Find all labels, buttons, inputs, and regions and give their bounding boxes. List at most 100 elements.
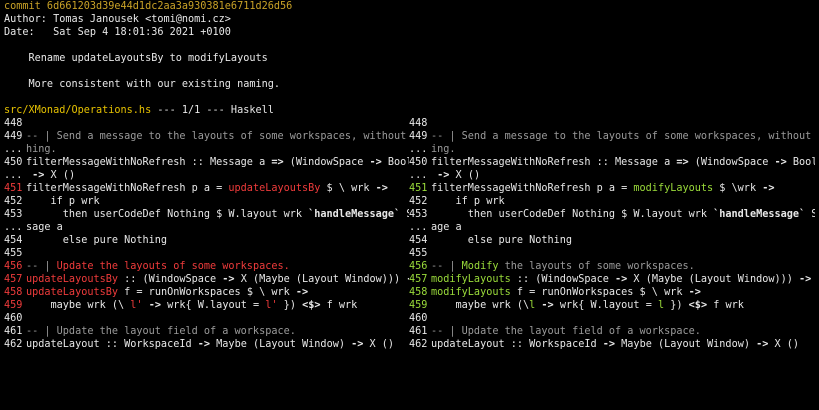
- code-token: modifyLayouts: [431, 287, 511, 298]
- code-token: Bool): [387, 157, 409, 168]
- code-token: Maybe (Layout Window): [210, 339, 352, 350]
- line-number: 451: [409, 183, 428, 194]
- diff-line: 460: [409, 312, 815, 325]
- line-number: 450: [4, 157, 23, 168]
- diff-line: 458 modifyLayouts f = runOnWorkspaces $ \…: [409, 286, 815, 299]
- code-token: <$>: [688, 300, 708, 311]
- code-token: ->: [32, 170, 45, 181]
- diff-panes: 448 449 -- | Send a message to the layouts…: [4, 117, 819, 351]
- code-token: hing.: [26, 144, 57, 155]
- code-token: ->: [602, 339, 616, 350]
- line-number: ...: [409, 144, 428, 155]
- diff-line: 457 updateLayoutsBy :: (WindowSpace -> X …: [4, 273, 409, 286]
- diff-line: 462 updateLayout :: WorkspaceId -> Maybe …: [4, 338, 409, 351]
- line-number: 448: [409, 118, 428, 129]
- diff-line: 461 -- | Update the layout field of a wor…: [4, 325, 409, 338]
- code-token: if p wrk: [26, 196, 100, 207]
- code-token: X (Maybe (Layout Window))): [234, 274, 407, 285]
- code-token: :: (WindowSpace: [118, 274, 223, 285]
- line-number: 449: [409, 131, 428, 142]
- diff-line: ... hing.: [4, 143, 409, 156]
- file-header: src/XMonad/Operations.hs --- 1/1 --- Has…: [4, 104, 819, 117]
- diff-line: 449 -- | Send a message to the layouts of…: [4, 130, 409, 143]
- line-number: ...: [4, 144, 23, 155]
- code-token: wrk{ W.layout =: [553, 300, 658, 311]
- line-number: 461: [4, 326, 23, 337]
- line-number: 450: [409, 157, 428, 168]
- code-token: -- |: [26, 261, 57, 272]
- diff-line: 450 filterMessageWithNoRefresh :: Message…: [4, 156, 409, 169]
- diff-line: 451 filterMessageWithNoRefresh p a = upda…: [4, 182, 409, 195]
- code-token: f = runOnWorkspaces $ \ wrk: [118, 287, 296, 298]
- code-token: updateLayoutsBy: [26, 287, 119, 298]
- diff-line: 451 filterMessageWithNoRefresh p a = modi…: [409, 182, 815, 195]
- code-token: Bool): [792, 157, 815, 168]
- code-token: =>: [676, 157, 689, 168]
- code-token: X (Maybe (Layout Window))): [627, 274, 800, 285]
- diff-line: 452 if p wrk: [4, 195, 409, 208]
- code-token: (WindowSpace: [688, 157, 775, 168]
- line-number: 462: [4, 339, 23, 350]
- code-token: filterMessageWithNoRefresh :: Message a: [26, 157, 272, 168]
- code-token: `handleMessage`: [308, 209, 401, 220]
- line-number: 455: [409, 248, 428, 259]
- code-token: SomeMess: [811, 209, 815, 220]
- line-number: ...: [409, 222, 428, 233]
- diff-line: 453 then userCodeDef Nothing $ W.layout …: [409, 208, 815, 221]
- code-token: <$>: [302, 300, 321, 311]
- line-number: ...: [4, 222, 23, 233]
- commit-hash: commit 6d661203d39e44d1dc2aa3a930381e671…: [4, 1, 293, 12]
- diff-line: 455: [4, 247, 409, 260]
- line-number: 454: [409, 235, 428, 246]
- code-token: ->: [222, 274, 235, 285]
- code-token: =>: [271, 157, 284, 168]
- code-token: -- |: [431, 261, 462, 272]
- code-token: (WindowSpace: [283, 157, 370, 168]
- code-token: -- | Update the layout field of a worksp…: [26, 326, 296, 337]
- code-token: X (): [44, 170, 76, 181]
- code-token: ing.: [431, 144, 456, 155]
- code-token: ->: [148, 300, 161, 311]
- line-number: 451: [4, 183, 23, 194]
- code-token: ->: [756, 339, 769, 350]
- code-token: `handleMessage`: [713, 209, 806, 220]
- code-token: the layouts of some workspaces.: [498, 261, 695, 272]
- diff-line: 453 then userCodeDef Nothing $ W.layout …: [4, 208, 409, 221]
- code-token: ->: [197, 339, 211, 350]
- line-number: 457: [409, 274, 428, 285]
- code-token: Modify: [461, 261, 499, 272]
- code-token: X (): [811, 274, 815, 285]
- diff-pane-old: 448 449 -- | Send a message to the layouts…: [4, 117, 409, 351]
- line-number: 458: [4, 287, 23, 298]
- code-token: X (): [363, 339, 395, 350]
- diff-line: 457 modifyLayouts :: (WindowSpace -> X (M…: [409, 273, 815, 286]
- diff-line: ... age a: [409, 221, 815, 234]
- code-token: updateLayoutsBy: [26, 274, 119, 285]
- code-token: }): [277, 300, 303, 311]
- code-token: :: (WindowSpace: [510, 274, 616, 285]
- diff-line: 459 maybe wrk (\ l' -> wrk{ W.layout = l…: [4, 299, 409, 312]
- diff-line: 455: [409, 247, 815, 260]
- line-number: 460: [409, 313, 428, 324]
- code-token: ->: [351, 339, 364, 350]
- code-token: if p wrk: [431, 196, 505, 207]
- line-number: 449: [4, 131, 23, 142]
- file-path: src/XMonad/Operations.hs: [4, 105, 152, 116]
- code-token: ->: [295, 287, 309, 298]
- code-token: maybe wrk (\: [26, 300, 131, 311]
- line-number: 456: [4, 261, 23, 272]
- diff-line: 459 maybe wrk (\l -> wrk{ W.layout = l }…: [409, 299, 815, 312]
- diff-line: ... -> X (): [4, 169, 409, 182]
- diff-line: 448: [4, 117, 409, 130]
- code-token: ->: [375, 183, 388, 194]
- diff-line: ... -> X (): [409, 169, 815, 182]
- diff-line: 449 -- | Send a message to the layouts of…: [409, 130, 815, 143]
- code-token: then userCodeDef Nothing $ W.layout wrk: [26, 209, 309, 220]
- code-token: updateLayout :: WorkspaceId: [26, 339, 198, 350]
- line-number: 457: [4, 274, 23, 285]
- code-token: -- | Send a message to the layouts of so…: [26, 131, 409, 142]
- code-token: X (): [449, 170, 481, 181]
- diff-line: 461 -- | Update the layout field of a wor…: [409, 325, 815, 338]
- code-token: wrk{ W.layout =: [160, 300, 266, 311]
